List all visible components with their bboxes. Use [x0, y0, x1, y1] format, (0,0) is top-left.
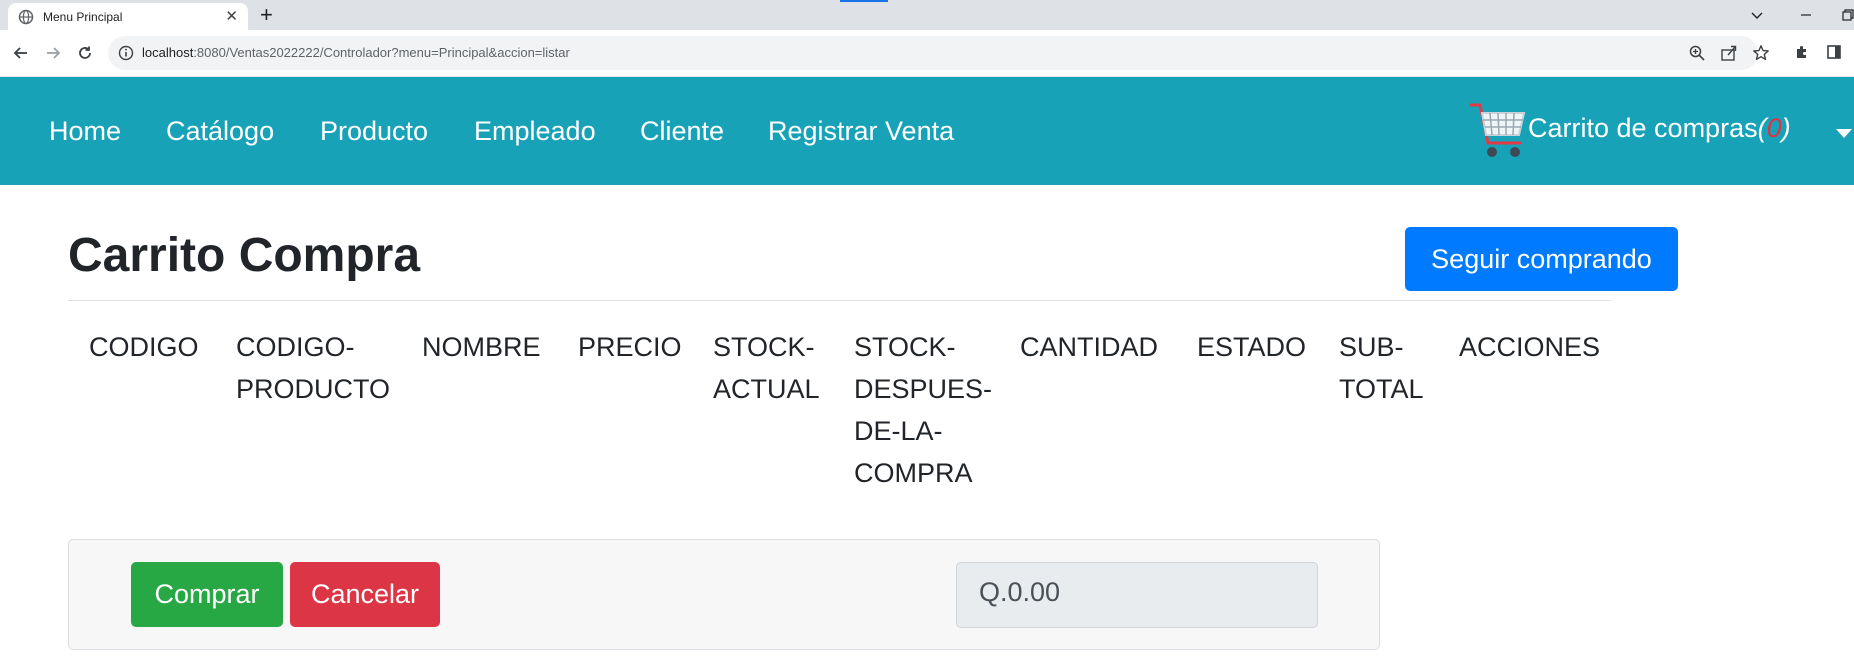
url-host: localhost [142, 45, 194, 60]
nav-cliente[interactable]: Cliente [640, 115, 724, 147]
forward-icon[interactable] [42, 42, 64, 64]
col-header-precio: PRECIO [578, 326, 682, 368]
col-header-line: STOCK- [713, 332, 815, 362]
new-tab-button[interactable]: + [260, 2, 273, 28]
nav-catalogo[interactable]: Catálogo [166, 115, 274, 147]
col-header-line: CODIGO [89, 332, 199, 362]
col-header-line: PRECIO [578, 332, 682, 362]
url-text[interactable]: localhost:8080/Ventas2022222/Controlador… [142, 45, 570, 60]
col-header-codigo: CODIGO [89, 326, 199, 368]
col-header-sub-total: SUB- TOTAL [1339, 326, 1424, 410]
page-title: Carrito Compra [68, 229, 421, 282]
col-header-cantidad: CANTIDAD [1020, 326, 1158, 368]
continue-shopping-button[interactable]: Seguir comprando [1405, 227, 1678, 291]
restore-icon[interactable] [1842, 0, 1854, 30]
nav-home[interactable]: Home [49, 115, 121, 147]
col-header-line: ESTADO [1197, 332, 1307, 362]
col-header-codigo-producto: CODIGO- PRODUCTO [236, 326, 390, 410]
col-header-stock-despues: STOCK- DESPUES- DE-LA- COMPRA [854, 326, 992, 494]
back-icon[interactable] [10, 42, 32, 64]
total-field: Q.0.00 [956, 562, 1318, 628]
minimize-icon[interactable] [1800, 0, 1812, 30]
col-header-line: CODIGO- [236, 332, 355, 362]
cart-close-paren: ) [1781, 113, 1791, 143]
col-header-line: DESPUES- [854, 374, 993, 404]
nav-registrar-venta[interactable]: Registrar Venta [768, 115, 954, 147]
col-header-line: PRODUCTO [236, 374, 391, 404]
col-header-line: STOCK- [854, 332, 956, 362]
browser-tabstrip: Menu Principal ✕ + [0, 0, 1854, 30]
col-header-line: SUB- [1339, 332, 1404, 362]
main-navbar: Home Catálogo Producto Empleado Cliente … [0, 77, 1854, 185]
title-divider [68, 300, 1611, 301]
cart-open-paren: ( [1757, 113, 1767, 143]
cancel-button[interactable]: Cancelar [290, 562, 440, 627]
col-header-line: COMPRA [854, 458, 973, 488]
side-panel-icon[interactable] [1826, 44, 1842, 65]
col-header-nombre: NOMBRE [422, 326, 541, 368]
col-header-line: CANTIDAD [1020, 332, 1159, 362]
shopping-cart-icon[interactable] [1468, 99, 1528, 166]
cart-count-badge: 0 [1766, 113, 1782, 143]
globe-icon [18, 9, 34, 25]
tab-close-icon[interactable]: ✕ [225, 9, 238, 24]
cart-menu[interactable]: Carrito de compras(0) [1528, 112, 1791, 144]
col-header-line: NOMBRE [422, 332, 541, 362]
bookmark-star-icon[interactable] [1752, 44, 1770, 62]
col-header-line: ACTUAL [713, 374, 820, 404]
reload-icon[interactable] [74, 42, 96, 64]
browser-toolbar: localhost:8080/Ventas2022222/Controlador… [0, 30, 1854, 77]
tab-search-icon[interactable] [1750, 0, 1764, 30]
col-header-line: ACCIONES [1459, 332, 1601, 362]
col-header-stock-actual: STOCK- ACTUAL [713, 326, 820, 410]
col-header-estado: ESTADO [1197, 326, 1306, 368]
dropdown-caret-icon[interactable] [1836, 129, 1852, 138]
browser-tab[interactable]: Menu Principal ✕ [8, 3, 248, 30]
address-bar[interactable]: localhost:8080/Ventas2022222/Controlador… [108, 36, 1769, 70]
col-header-line: TOTAL [1339, 374, 1424, 404]
cart-label: Carrito de compras [1528, 113, 1758, 143]
extensions-puzzle-icon[interactable] [1794, 44, 1810, 65]
site-info-icon[interactable] [118, 45, 134, 66]
tab-title: Menu Principal [43, 9, 123, 24]
share-icon[interactable] [1720, 44, 1738, 62]
url-path: :8080/Ventas2022222/Controlador?menu=Pri… [193, 45, 570, 60]
col-header-acciones: ACCIONES [1459, 326, 1600, 368]
tabstrip-indicator [840, 0, 888, 2]
zoom-icon[interactable] [1688, 44, 1706, 62]
col-header-line: DE-LA- [854, 416, 943, 446]
nav-empleado[interactable]: Empleado [474, 115, 596, 147]
buy-button[interactable]: Comprar [131, 562, 283, 627]
nav-producto[interactable]: Producto [320, 115, 428, 147]
